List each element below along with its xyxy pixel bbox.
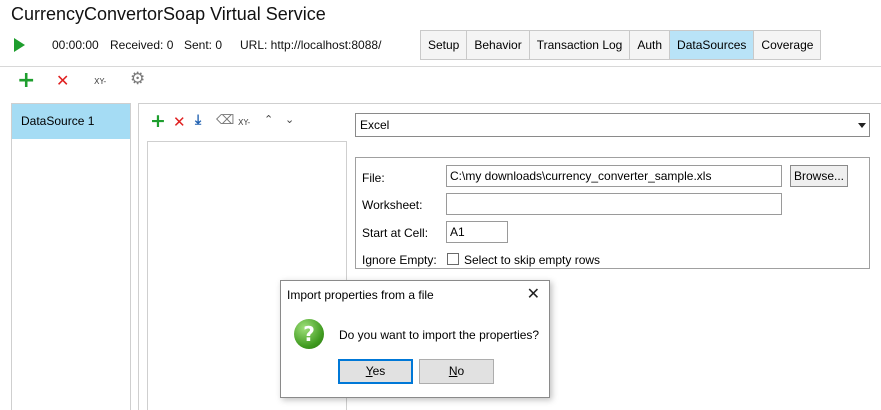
eraser-icon[interactable]: ⌫ bbox=[216, 113, 234, 128]
excel-settings-group: File: C:\my downloads\currency_converter… bbox=[355, 157, 870, 269]
property-xpath-icon[interactable]: XY- bbox=[238, 118, 250, 127]
no-button[interactable]: No bbox=[419, 359, 494, 384]
remove-datasource-icon[interactable]: ✕ bbox=[56, 71, 69, 90]
add-datasource-icon[interactable]: + bbox=[17, 68, 35, 93]
tab-setup[interactable]: Setup bbox=[421, 31, 468, 59]
tab-transaction-log[interactable]: Transaction Log bbox=[530, 31, 631, 59]
divider bbox=[0, 66, 881, 67]
file-label: File: bbox=[362, 171, 385, 185]
tab-auth[interactable]: Auth bbox=[630, 31, 671, 59]
add-property-icon[interactable]: + bbox=[150, 110, 166, 132]
sent-count: Sent: 0 bbox=[184, 38, 223, 52]
datasource-list: DataSource 1 bbox=[11, 103, 131, 410]
xpath-icon[interactable]: XY- bbox=[94, 77, 106, 86]
ignore-empty-text: Select to skip empty rows bbox=[464, 253, 601, 267]
browse-button[interactable]: Browse... bbox=[790, 165, 848, 187]
elapsed-time: 00:00:00 bbox=[52, 38, 99, 52]
import-icon[interactable]: ⤓ bbox=[195, 112, 201, 128]
tab-bar: Setup Behavior Transaction Log Auth Data… bbox=[420, 30, 822, 60]
start-cell-field[interactable]: A1 bbox=[446, 221, 508, 243]
gear-icon[interactable]: ⚙ bbox=[130, 69, 145, 89]
received-count: Received: 0 bbox=[110, 38, 174, 52]
dialog-title: Import properties from a file bbox=[287, 288, 434, 302]
window-title: CurrencyConvertorSoap Virtual Service bbox=[11, 4, 326, 24]
yes-label: es bbox=[372, 364, 386, 378]
tab-behavior[interactable]: Behavior bbox=[467, 31, 530, 59]
question-icon: ? bbox=[294, 319, 324, 349]
tab-datasources[interactable]: DataSources bbox=[670, 31, 755, 59]
ignore-empty-label: Ignore Empty: bbox=[362, 253, 437, 267]
source-type-value: Excel bbox=[360, 118, 390, 132]
yes-button[interactable]: Yes bbox=[338, 359, 413, 384]
source-type-select[interactable]: Excel bbox=[355, 113, 870, 137]
worksheet-field[interactable] bbox=[446, 193, 782, 215]
start-cell-label: Start at Cell: bbox=[362, 226, 429, 240]
remove-property-icon[interactable]: ✕ bbox=[173, 113, 186, 131]
move-down-icon[interactable]: ⌄ bbox=[285, 113, 294, 126]
worksheet-label: Worksheet: bbox=[362, 198, 423, 212]
yes-mnemonic: Y bbox=[365, 364, 373, 378]
close-icon[interactable]: ✕ bbox=[527, 284, 540, 303]
no-label: o bbox=[457, 364, 465, 378]
chevron-down-icon bbox=[858, 123, 866, 128]
play-icon[interactable] bbox=[14, 38, 25, 52]
datasource-item[interactable]: DataSource 1 bbox=[12, 104, 130, 139]
dialog-message: Do you want to import the properties? bbox=[339, 328, 540, 342]
ignore-empty-checkbox[interactable] bbox=[447, 253, 459, 265]
tab-coverage[interactable]: Coverage bbox=[754, 31, 820, 59]
import-dialog: Import properties from a file ✕ ? Do you… bbox=[280, 280, 550, 398]
file-field[interactable]: C:\my downloads\currency_converter_sampl… bbox=[446, 165, 782, 187]
move-up-icon[interactable]: ⌃ bbox=[264, 113, 273, 126]
service-url: URL: http://localhost:8088/ bbox=[240, 38, 382, 52]
